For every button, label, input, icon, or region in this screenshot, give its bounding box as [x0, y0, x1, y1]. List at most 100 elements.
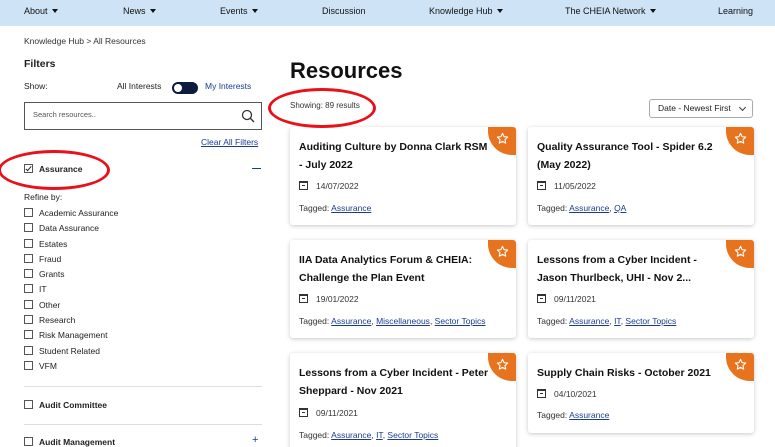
calendar-icon [299, 408, 308, 417]
chevron-down-icon [251, 9, 258, 13]
card-title[interactable]: Lessons from a Cyber Incident - Peter Sh… [299, 364, 489, 400]
nav-events[interactable]: Events [220, 0, 258, 26]
checkbox[interactable] [24, 284, 33, 294]
tag-link[interactable]: IT [376, 430, 383, 440]
all-interests-label[interactable]: All Interests [117, 81, 161, 91]
checkbox[interactable] [24, 269, 33, 279]
refine-item[interactable]: Risk Management [24, 329, 118, 344]
card-date: 09/11/2021 [537, 294, 596, 304]
toggle-knob [174, 84, 182, 92]
tag-link[interactable]: Assurance [569, 410, 609, 420]
star-icon[interactable] [734, 132, 747, 145]
tag-link[interactable]: Assurance [331, 203, 371, 213]
star-icon[interactable] [496, 358, 509, 371]
breadcrumb[interactable]: Knowledge Hub > All Resources [24, 36, 146, 46]
refine-item[interactable]: Grants [24, 268, 118, 283]
tag-link[interactable]: IT [614, 316, 621, 326]
refine-item[interactable]: IT [24, 283, 118, 298]
calendar-icon [537, 389, 546, 398]
resource-card[interactable]: Supply Chain Risks - October 2021 04/10/… [528, 353, 754, 433]
refine-item[interactable]: Data Assurance [24, 222, 118, 237]
clear-all-filters-link[interactable]: Clear All Filters [201, 137, 258, 147]
calendar-icon [537, 294, 546, 303]
checkbox[interactable] [24, 360, 33, 370]
resource-card[interactable]: Lessons from a Cyber Incident - Jason Th… [528, 240, 754, 338]
chevron-down-icon [149, 9, 156, 13]
resource-card[interactable]: IIA Data Analytics Forum & CHEIA: Challe… [290, 240, 516, 338]
annotation-circle-results [268, 88, 376, 128]
interests-toggle[interactable] [172, 82, 198, 94]
tag-link[interactable]: Sector Topics [387, 430, 438, 440]
search-icon[interactable] [241, 109, 255, 123]
checkbox[interactable] [24, 330, 33, 340]
refine-list: Academic Assurance Data Assurance Estate… [24, 207, 118, 375]
card-title[interactable]: Supply Chain Risks - October 2021 [537, 364, 727, 382]
tag-link[interactable]: Assurance [331, 430, 371, 440]
collapse-icon[interactable] [252, 168, 261, 169]
refine-item[interactable]: Academic Assurance [24, 207, 118, 222]
card-title[interactable]: IIA Data Analytics Forum & CHEIA: Challe… [299, 251, 489, 287]
star-icon[interactable] [734, 245, 747, 258]
card-date: 04/10/2021 [537, 389, 597, 399]
nav-knowledge-hub[interactable]: Knowledge Hub [429, 0, 503, 26]
resource-card[interactable]: Quality Assurance Tool - Spider 6.2 (May… [528, 127, 754, 225]
tag-link[interactable]: Assurance [331, 316, 371, 326]
resource-card[interactable]: Lessons from a Cyber Incident - Peter Sh… [290, 353, 516, 447]
tag-link[interactable]: Assurance [569, 316, 609, 326]
nav-about[interactable]: About [24, 0, 58, 26]
calendar-icon [299, 181, 308, 190]
checkbox[interactable] [24, 299, 33, 309]
card-date: 19/01/2022 [299, 294, 359, 304]
sort-select[interactable]: Date - Newest First [649, 99, 753, 118]
card-date: 09/11/2021 [299, 408, 358, 418]
refine-item[interactable]: Other [24, 299, 118, 314]
refine-item[interactable]: Student Related [24, 345, 118, 360]
chevron-down-icon [496, 9, 503, 13]
star-icon[interactable] [496, 132, 509, 145]
page-title: Resources [290, 58, 403, 83]
tag-link[interactable]: Sector Topics [435, 316, 486, 326]
card-tags: Tagged: Assurance [299, 203, 372, 213]
chevron-down-icon [649, 9, 656, 13]
star-icon[interactable] [734, 358, 747, 371]
expand-plus-icon[interactable]: + [252, 434, 258, 446]
checkbox[interactable] [24, 223, 33, 233]
checkbox[interactable] [24, 437, 33, 446]
chevron-down-icon [51, 9, 58, 13]
resource-card[interactable]: Auditing Culture by Donna Clark RSM - Ju… [290, 127, 516, 225]
nav-news[interactable]: News [123, 0, 156, 26]
nav-discussion[interactable]: Discussion [322, 0, 366, 26]
filters-title: Filters [24, 58, 56, 70]
show-label: Show: [24, 81, 48, 91]
filter-audit-management[interactable]: Audit Management [24, 437, 115, 447]
tag-link[interactable]: Sector Topics [625, 316, 676, 326]
checkbox[interactable] [24, 315, 33, 325]
card-title[interactable]: Lessons from a Cyber Incident - Jason Th… [537, 251, 727, 287]
nav-cheia-network[interactable]: The CHEIA Network [565, 0, 656, 26]
checkbox[interactable] [24, 238, 33, 248]
tag-link[interactable]: Assurance [569, 203, 609, 213]
refine-item[interactable]: Research [24, 314, 118, 329]
checkbox[interactable] [24, 345, 33, 355]
nav-learning[interactable]: Learning [718, 0, 753, 26]
calendar-icon [537, 181, 546, 190]
card-title[interactable]: Auditing Culture by Donna Clark RSM - Ju… [299, 138, 489, 174]
card-title[interactable]: Quality Assurance Tool - Spider 6.2 (May… [537, 138, 727, 174]
card-date: 14/07/2022 [299, 181, 359, 191]
checkbox[interactable] [24, 253, 33, 263]
refine-item[interactable]: Fraud [24, 253, 118, 268]
divider [24, 386, 262, 387]
checkbox[interactable] [24, 400, 33, 409]
tag-link[interactable]: Miscellaneous [376, 316, 430, 326]
top-nav: About News Events Discussion Knowledge H… [0, 0, 775, 26]
my-interests-label[interactable]: My Interests [205, 81, 251, 91]
checkbox[interactable] [24, 208, 33, 217]
divider [24, 424, 262, 425]
search-input[interactable] [33, 110, 233, 119]
tag-link[interactable]: QA [614, 203, 626, 213]
star-icon[interactable] [496, 245, 509, 258]
filter-audit-committee[interactable]: Audit Committee [24, 400, 107, 410]
refine-item[interactable]: Estates [24, 238, 118, 253]
refine-item[interactable]: VFM [24, 360, 118, 375]
refine-by-label: Refine by: [24, 192, 63, 202]
